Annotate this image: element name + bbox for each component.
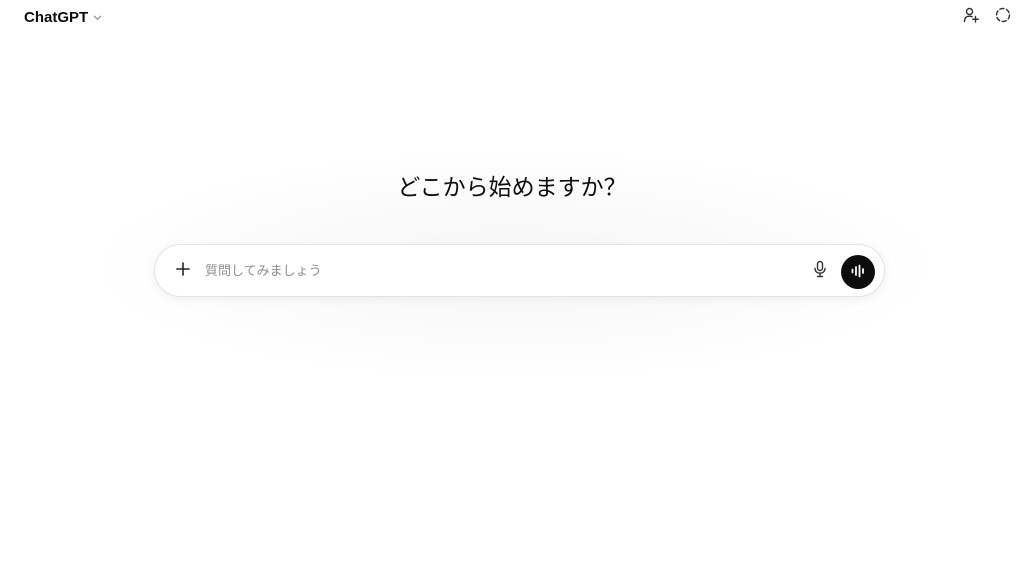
voice-mode-button[interactable] bbox=[841, 255, 875, 289]
chat-app: ChatGPT どこから始めますか？ 質問してみましょう bbox=[0, 0, 1024, 578]
page-title: どこから始めますか？ bbox=[397, 175, 627, 201]
prompt-input[interactable] bbox=[205, 259, 795, 283]
share-button[interactable] bbox=[960, 6, 982, 28]
add-attachment-button[interactable] bbox=[171, 259, 195, 283]
temporary-chat-button[interactable] bbox=[992, 6, 1014, 28]
dictate-button[interactable] bbox=[809, 260, 831, 282]
microphone-icon bbox=[812, 260, 828, 282]
prompt-composer bbox=[154, 244, 885, 297]
top-actions bbox=[960, 6, 1014, 28]
add-person-icon bbox=[962, 6, 980, 28]
chevron-down-icon bbox=[92, 8, 103, 27]
plus-icon bbox=[175, 261, 191, 281]
temporary-chat-icon bbox=[994, 6, 1012, 28]
top-bar: ChatGPT bbox=[0, 0, 1024, 34]
model-selector[interactable]: ChatGPT bbox=[24, 8, 103, 27]
voice-mode-icon bbox=[850, 263, 866, 282]
model-name: ChatGPT bbox=[24, 9, 89, 26]
